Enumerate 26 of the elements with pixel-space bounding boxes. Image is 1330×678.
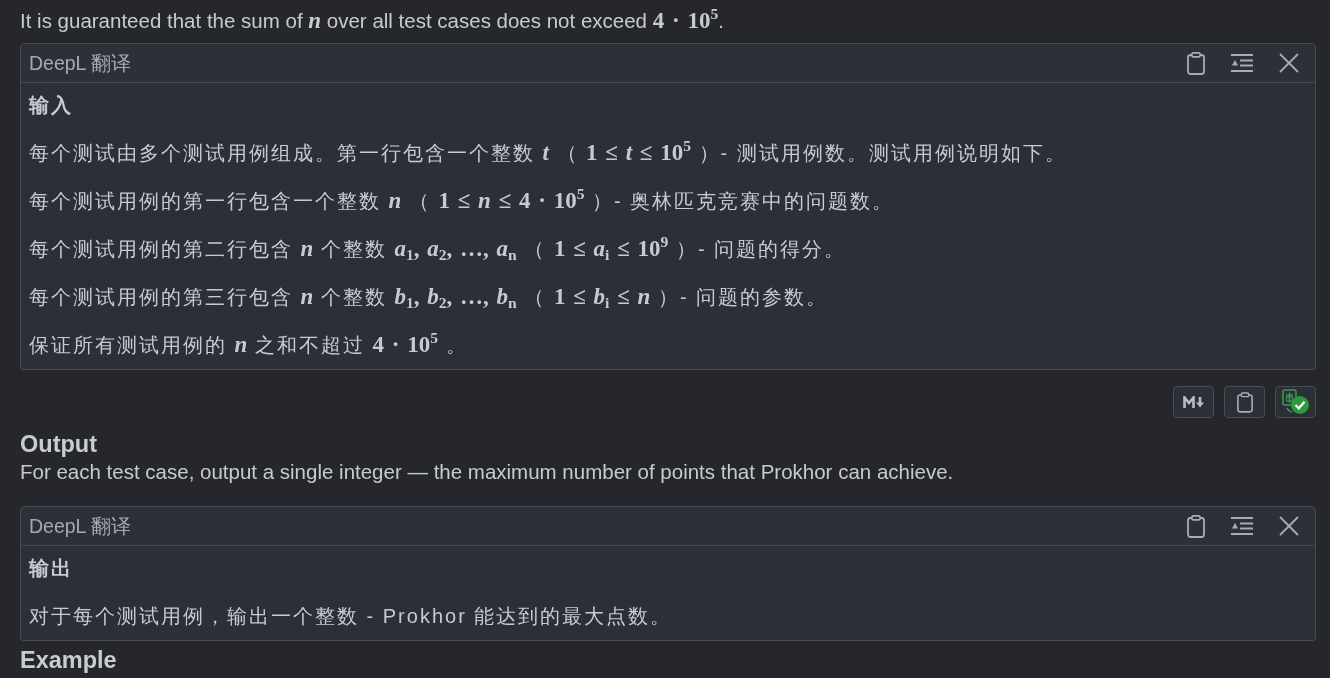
statement-sentence: It is guaranteed that the sum of n over all test cases does not exceed 4 · 10$^{5}$. — [20, 8, 725, 34]
section-title: Example — [20, 647, 118, 673]
translation-source-label: DeepL 翻译 — [29, 50, 133, 76]
document-check-icon — [1281, 389, 1310, 415]
translation-button[interactable] — [1275, 386, 1316, 418]
output-description: For each test case, output a single integer — the maximum number of points that Prokhor can achieve. — [20, 459, 955, 485]
translation-paragraph: 保证所有测试用例的 n 之和不超过 4 · 10$^{5}$ 。 — [29, 330, 469, 359]
copy-button[interactable] — [1224, 386, 1265, 418]
section-title: Output — [20, 430, 98, 458]
translation-paragraph: 每个测试用例的第三行包含 n 个整数 b$_{1}$, b$_{2}$, …, b$_{n}$ （ 1 ≤ b$_{i}$ ≤ n ）- 问题的参数。 — [29, 283, 830, 312]
translation-paragraph: 每个测试用例的第一行包含一个整数 n （ 1 ≤ n ≤ 4 · 10$^{5}$ ）- 奥林匹克竞赛中的问题数。 — [29, 186, 896, 215]
clipboard-icon — [1236, 391, 1253, 413]
triangle-lines-icon[interactable] — [1231, 517, 1253, 535]
clipboard-icon[interactable] — [1187, 51, 1205, 75]
translation-heading: 输出 — [29, 556, 74, 581]
translation-paragraph: 每个测试用例的第二行包含 n 个整数 a$_{1}$, a$_{2}$, …, a$_{n}$ （ 1 ≤ a$_{i}$ ≤ 10$^{9}$ ）- 问题的得分。 — [29, 234, 848, 264]
markdown-icon — [1182, 396, 1205, 408]
markdown-button[interactable] — [1173, 386, 1214, 418]
translation-paragraph: 对于每个测试用例，输出一个整数 - Prokhor 能达到的最大点数。 — [29, 604, 674, 629]
close-icon[interactable] — [1279, 516, 1299, 536]
triangle-lines-icon[interactable] — [1231, 54, 1253, 72]
translation-heading: 输入 — [29, 93, 74, 118]
clipboard-icon[interactable] — [1187, 514, 1205, 538]
translation-paragraph: 每个测试由多个测试用例组成。第一行包含一个整数 t （ 1 ≤ t ≤ 10$^{5}$ ）- 测试用例数。测试用例说明如下。 — [29, 138, 1068, 167]
translation-source-label: DeepL 翻译 — [29, 513, 133, 539]
close-icon[interactable] — [1279, 53, 1299, 73]
